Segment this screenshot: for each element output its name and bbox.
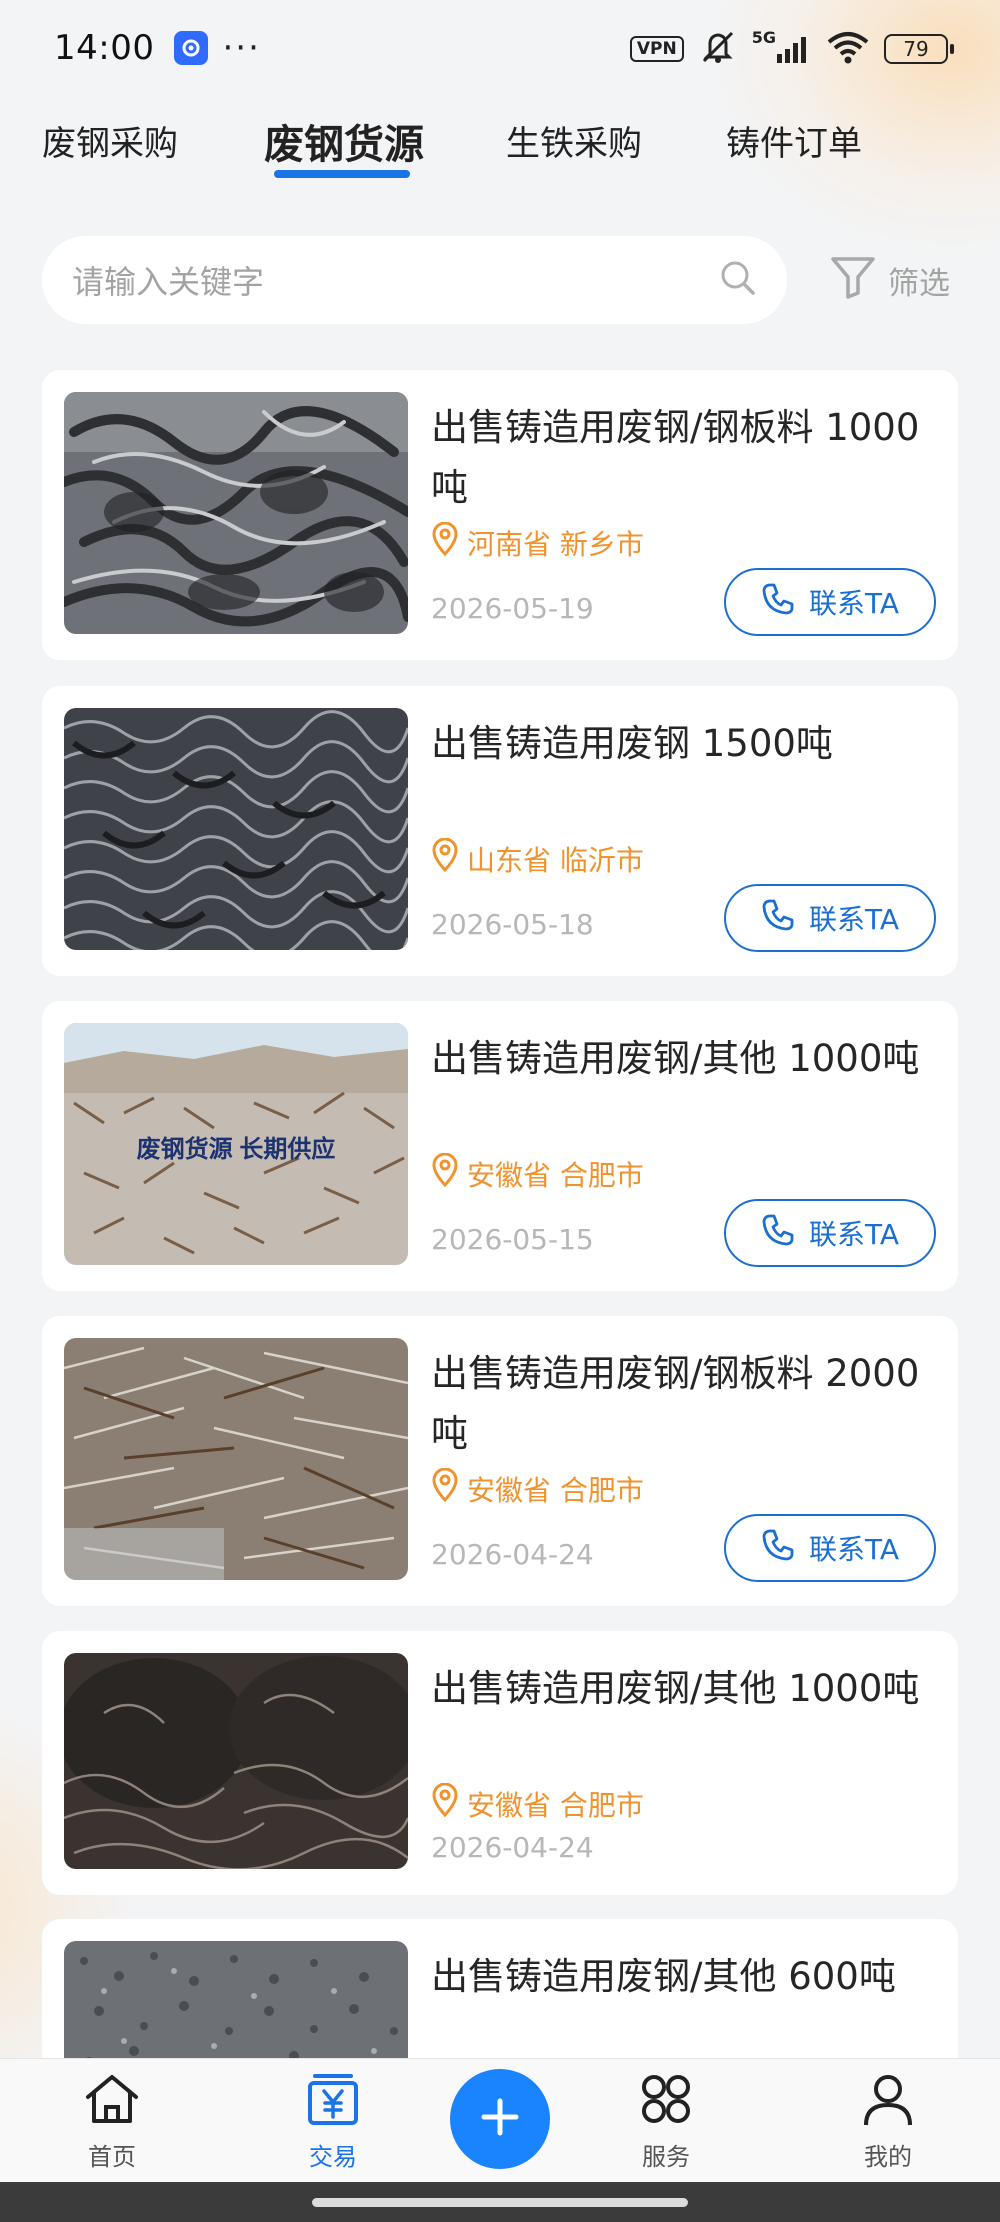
listing-date: 2026-05-19 xyxy=(431,592,594,625)
app-notification-icon xyxy=(174,31,209,65)
listing-title: 出售铸造用废钢 1500吨 xyxy=(431,722,833,765)
listing-title: 出售铸造用废钢/其他 1000吨 xyxy=(431,1037,920,1080)
tab-pig-iron-purchase[interactable]: 生铁采购 xyxy=(506,116,642,165)
location-pin-icon xyxy=(431,837,459,879)
location-text: 河南省 新乡市 xyxy=(467,527,644,561)
nav-service-label: 服务 xyxy=(642,2143,690,2171)
status-indicators: VPN 5G 79 xyxy=(629,28,954,70)
listing-date: 2026-04-24 xyxy=(431,1831,594,1864)
filter-button[interactable]: 筛选 xyxy=(828,250,950,310)
contact-button[interactable]: 联系TA xyxy=(724,884,936,952)
vpn-icon: VPN xyxy=(629,36,684,62)
listing-card[interactable]: 废钢货源 长期供应 出售铸造用废钢/其他 1000吨 安徽省 合肥市 2026-… xyxy=(42,1001,958,1291)
listing-location: 安徽省 合肥市 xyxy=(431,1152,644,1194)
add-post-button[interactable] xyxy=(450,2069,550,2169)
listing-location: 安徽省 合肥市 xyxy=(431,1782,644,1824)
mute-icon xyxy=(698,28,738,70)
location-text: 安徽省 合肥市 xyxy=(467,1473,644,1507)
location-text: 山东省 临沂市 xyxy=(467,843,644,877)
phone-icon xyxy=(761,1213,795,1254)
phone-icon xyxy=(761,582,795,623)
trade-icon xyxy=(303,2071,363,2131)
status-time: 14:00 xyxy=(54,28,155,68)
nav-profile[interactable]: 我的 xyxy=(828,2071,948,2172)
nav-service[interactable]: 服务 xyxy=(606,2071,726,2172)
listing-card[interactable]: 出售铸造用废钢/其他 600吨 xyxy=(42,1919,958,2081)
filter-icon xyxy=(828,251,878,309)
filter-label: 筛选 xyxy=(888,265,950,302)
nav-profile-label: 我的 xyxy=(864,2143,912,2171)
active-tab-indicator xyxy=(274,170,410,178)
phone-icon xyxy=(761,1528,795,1569)
listing-location: 安徽省 合肥市 xyxy=(431,1467,644,1509)
home-icon xyxy=(82,2071,142,2131)
location-pin-icon xyxy=(431,521,459,563)
search-bar[interactable]: 请输入关键字 xyxy=(42,236,787,324)
listing-image xyxy=(64,1338,408,1580)
location-pin-icon xyxy=(431,1782,459,1824)
contact-label: 联系TA xyxy=(808,1218,900,1251)
listing-title: 出售铸造用废钢/钢板料 2000吨 xyxy=(431,1352,920,1455)
plus-icon xyxy=(478,2095,522,2143)
bottom-navigation: 首页 交易 服务 我的 xyxy=(0,2058,1000,2182)
more-notifications-icon: ··· xyxy=(222,28,261,68)
listing-card[interactable]: 出售铸造用废钢 1500吨 山东省 临沂市 2026-05-18 联系TA xyxy=(42,686,958,976)
system-gesture-area xyxy=(0,2182,1000,2222)
signal-icon: 5G xyxy=(752,28,812,64)
nav-trade-label: 交易 xyxy=(309,2143,357,2171)
listing-title: 出售铸造用废钢/其他 600吨 xyxy=(431,1955,896,1998)
service-icon xyxy=(636,2071,696,2131)
listing-title: 出售铸造用废钢/其他 1000吨 xyxy=(431,1667,920,1710)
nav-home-label: 首页 xyxy=(88,2143,136,2171)
tab-casting-orders[interactable]: 铸件订单 xyxy=(726,116,862,165)
listing-image-caption: 废钢货源 长期供应 xyxy=(137,1135,336,1163)
listing-card[interactable]: 出售铸造用废钢/钢板料 2000吨 安徽省 合肥市 2026-04-24 联系T… xyxy=(42,1316,958,1606)
contact-button[interactable]: 联系TA xyxy=(724,568,936,636)
user-icon xyxy=(858,2071,918,2131)
listing-card[interactable]: 出售铸造用废钢/钢板料 1000吨 河南省 新乡市 2026-05-19 联系T… xyxy=(42,370,958,660)
search-input[interactable]: 请输入关键字 xyxy=(72,257,719,303)
wifi-icon xyxy=(826,30,870,68)
contact-button[interactable]: 联系TA xyxy=(724,1199,936,1267)
listing-location: 河南省 新乡市 xyxy=(431,521,644,563)
contact-label: 联系TA xyxy=(808,1533,900,1566)
category-tabs: 废钢采购 废钢货源 生铁采购 铸件订单 xyxy=(0,108,1000,188)
nav-trade[interactable]: 交易 xyxy=(273,2071,393,2172)
listing-image xyxy=(64,708,408,950)
search-icon[interactable] xyxy=(719,259,757,301)
listing-location: 山东省 临沂市 xyxy=(431,837,644,879)
listing-image xyxy=(64,392,408,634)
contact-button[interactable]: 联系TA xyxy=(724,1514,936,1582)
location-pin-icon xyxy=(431,1467,459,1509)
listing-card[interactable]: 出售铸造用废钢/其他 1000吨 安徽省 合肥市 2026-04-24 xyxy=(42,1631,958,1895)
listing-date: 2026-04-24 xyxy=(431,1538,594,1571)
listing-date: 2026-05-18 xyxy=(431,908,594,941)
tab-scrap-purchase[interactable]: 废钢采购 xyxy=(42,116,178,165)
battery-level: 79 xyxy=(903,37,929,61)
home-indicator[interactable] xyxy=(312,2198,688,2207)
listing-image: 废钢货源 长期供应 xyxy=(64,1023,408,1265)
contact-label: 联系TA xyxy=(808,587,900,620)
phone-icon xyxy=(761,898,795,939)
nav-home[interactable]: 首页 xyxy=(52,2071,172,2172)
tab-scrap-supply[interactable]: 废钢货源 xyxy=(264,112,424,170)
location-text: 安徽省 合肥市 xyxy=(467,1158,644,1192)
battery-icon: 79 xyxy=(884,34,954,64)
location-pin-icon xyxy=(431,1152,459,1194)
listing-date: 2026-05-15 xyxy=(431,1223,594,1256)
location-text: 安徽省 合肥市 xyxy=(467,1788,644,1822)
status-bar: 14:00 ··· VPN 5G 79 xyxy=(0,0,1000,96)
network-type: 5G xyxy=(751,28,776,47)
contact-label: 联系TA xyxy=(808,903,900,936)
listing-title: 出售铸造用废钢/钢板料 1000吨 xyxy=(431,406,920,509)
listing-image xyxy=(64,1653,408,1869)
